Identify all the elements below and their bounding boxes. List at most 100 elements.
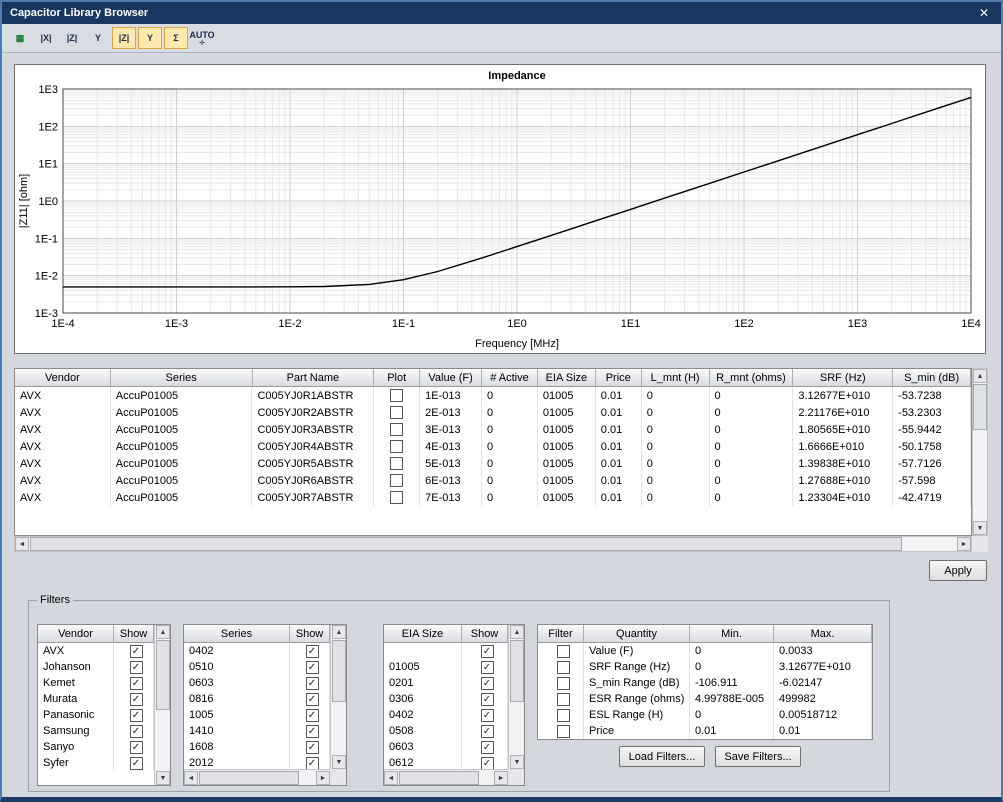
scroll-up-icon[interactable]: ▲: [332, 625, 346, 639]
scroll-left-icon[interactable]: ◄: [15, 537, 29, 551]
column-header[interactable]: Vendor: [15, 369, 111, 387]
show-checkbox[interactable]: ✓: [130, 725, 143, 738]
scroll-down-icon[interactable]: ▼: [510, 755, 524, 769]
table-row[interactable]: AVXAccuP01005C005YJ0R5ABSTR5E-0130010050…: [15, 455, 971, 472]
list-item[interactable]: 01005✓: [384, 659, 524, 675]
list-item[interactable]: Sanyo✓: [38, 739, 170, 755]
list-item[interactable]: 1410✓: [184, 723, 346, 739]
list-item[interactable]: 0402✓: [384, 707, 524, 723]
column-header[interactable]: L_mnt (H): [642, 369, 710, 387]
show-checkbox[interactable]: ✓: [306, 677, 319, 690]
show-checkbox[interactable]: ✓: [481, 725, 494, 738]
filter-checkbox[interactable]: [557, 725, 570, 738]
show-checkbox[interactable]: ✓: [481, 693, 494, 706]
plot-checkbox[interactable]: [390, 491, 403, 504]
column-header[interactable]: Plot: [374, 369, 420, 387]
list-item[interactable]: Syfer✓: [38, 755, 170, 771]
show-checkbox[interactable]: ✓: [481, 757, 494, 770]
column-header[interactable]: Series: [184, 625, 290, 643]
column-header[interactable]: Series: [111, 369, 253, 387]
list-item[interactable]: 1608✓: [184, 739, 346, 755]
plot-checkbox[interactable]: [390, 389, 403, 402]
admittance-icon[interactable]: Y: [86, 27, 110, 49]
title-bar[interactable]: Capacitor Library Browser ✕: [2, 2, 1001, 24]
criteria-row[interactable]: ESL Range (H)00.00518712: [538, 707, 872, 723]
column-header[interactable]: R_mnt (ohms): [710, 369, 794, 387]
scroll-up-icon[interactable]: ▲: [510, 625, 524, 639]
vscroll-thumb[interactable]: [510, 640, 524, 702]
column-header[interactable]: Show: [462, 625, 508, 643]
column-header[interactable]: # Active: [482, 369, 538, 387]
column-header[interactable]: Min.: [690, 625, 774, 643]
list-item[interactable]: ✓: [384, 643, 524, 659]
show-checkbox[interactable]: ✓: [306, 693, 319, 706]
table-row[interactable]: AVXAccuP01005C005YJ0R4ABSTR4E-0130010050…: [15, 438, 971, 455]
vscroll-thumb[interactable]: [156, 640, 170, 710]
vscroll-thumb[interactable]: [332, 640, 346, 702]
show-checkbox[interactable]: ✓: [481, 677, 494, 690]
plot-checkbox[interactable]: [390, 457, 403, 470]
show-checkbox[interactable]: ✓: [306, 757, 319, 770]
table-row[interactable]: AVXAccuP01005C005YJ0R1ABSTR1E-0130010050…: [15, 387, 971, 404]
list-item[interactable]: 0603✓: [384, 739, 524, 755]
column-header[interactable]: Filter: [538, 625, 584, 643]
show-checkbox[interactable]: ✓: [130, 709, 143, 722]
column-header[interactable]: Show: [290, 625, 330, 643]
criteria-row[interactable]: S_min Range (dB)-106.911-6.02147: [538, 675, 872, 691]
sum-plot-icon[interactable]: Σ: [164, 27, 188, 49]
show-checkbox[interactable]: ✓: [306, 725, 319, 738]
table-hscrollbar[interactable]: ◄ ►: [14, 536, 972, 552]
column-header[interactable]: Price: [596, 369, 642, 387]
plot-checkbox[interactable]: [390, 406, 403, 419]
list-item[interactable]: Panasonic✓: [38, 707, 170, 723]
show-checkbox[interactable]: ✓: [481, 645, 494, 658]
eia-hscrollbar[interactable]: ◄ ►: [384, 769, 508, 785]
series-hscrollbar[interactable]: ◄ ►: [184, 769, 330, 785]
close-button[interactable]: ✕: [975, 6, 993, 20]
auto-scale-icon[interactable]: AUTO✛: [190, 27, 214, 49]
column-header[interactable]: Quantity: [584, 625, 690, 643]
impedance-plot-icon[interactable]: |Z|: [112, 27, 136, 49]
plot-checkbox[interactable]: [390, 474, 403, 487]
show-checkbox[interactable]: ✓: [306, 645, 319, 658]
show-checkbox[interactable]: ✓: [130, 645, 143, 658]
scroll-left-icon[interactable]: ◄: [184, 771, 198, 785]
eia-vscrollbar[interactable]: ▲ ▼: [508, 625, 524, 769]
series-vscrollbar[interactable]: ▲ ▼: [330, 625, 346, 769]
show-checkbox[interactable]: ✓: [481, 661, 494, 674]
show-checkbox[interactable]: ✓: [130, 693, 143, 706]
list-item[interactable]: AVX✓: [38, 643, 170, 659]
library-parts-icon[interactable]: ▦: [8, 27, 32, 49]
table-vscrollbar[interactable]: ▲ ▼: [972, 368, 988, 536]
show-checkbox[interactable]: ✓: [306, 661, 319, 674]
column-header[interactable]: Vendor: [38, 625, 114, 643]
column-header[interactable]: Value (F): [420, 369, 482, 387]
list-item[interactable]: Kemet✓: [38, 675, 170, 691]
column-header[interactable]: Part Name: [253, 369, 375, 387]
column-header[interactable]: Max.: [774, 625, 872, 643]
filter-checkbox[interactable]: [557, 645, 570, 658]
criteria-row[interactable]: ESR Range (ohms)4.99788E-005499982: [538, 691, 872, 707]
filter-checkbox[interactable]: [557, 661, 570, 674]
plot-checkbox[interactable]: [390, 440, 403, 453]
list-item[interactable]: 0510✓: [184, 659, 346, 675]
show-checkbox[interactable]: ✓: [306, 741, 319, 754]
scroll-up-icon[interactable]: ▲: [973, 369, 987, 383]
list-item[interactable]: 0603✓: [184, 675, 346, 691]
scroll-down-icon[interactable]: ▼: [973, 521, 987, 535]
admittance-plot-icon[interactable]: Y: [138, 27, 162, 49]
column-header[interactable]: SRF (Hz): [793, 369, 893, 387]
show-checkbox[interactable]: ✓: [130, 677, 143, 690]
plot-x-icon[interactable]: |X|: [34, 27, 58, 49]
table-row[interactable]: AVXAccuP01005C005YJ0R7ABSTR7E-0130010050…: [15, 489, 971, 506]
table-row[interactable]: AVXAccuP01005C005YJ0R3ABSTR3E-0130010050…: [15, 421, 971, 438]
scroll-up-icon[interactable]: ▲: [156, 625, 170, 639]
plot-checkbox[interactable]: [390, 423, 403, 436]
show-checkbox[interactable]: ✓: [306, 709, 319, 722]
hscroll-thumb[interactable]: [399, 771, 479, 785]
vendor-vscrollbar[interactable]: ▲ ▼: [154, 625, 170, 785]
criteria-row[interactable]: SRF Range (Hz)03.12677E+010: [538, 659, 872, 675]
list-item[interactable]: 0508✓: [384, 723, 524, 739]
hscroll-thumb[interactable]: [199, 771, 299, 785]
load-filters-button[interactable]: Load Filters...: [619, 746, 705, 767]
